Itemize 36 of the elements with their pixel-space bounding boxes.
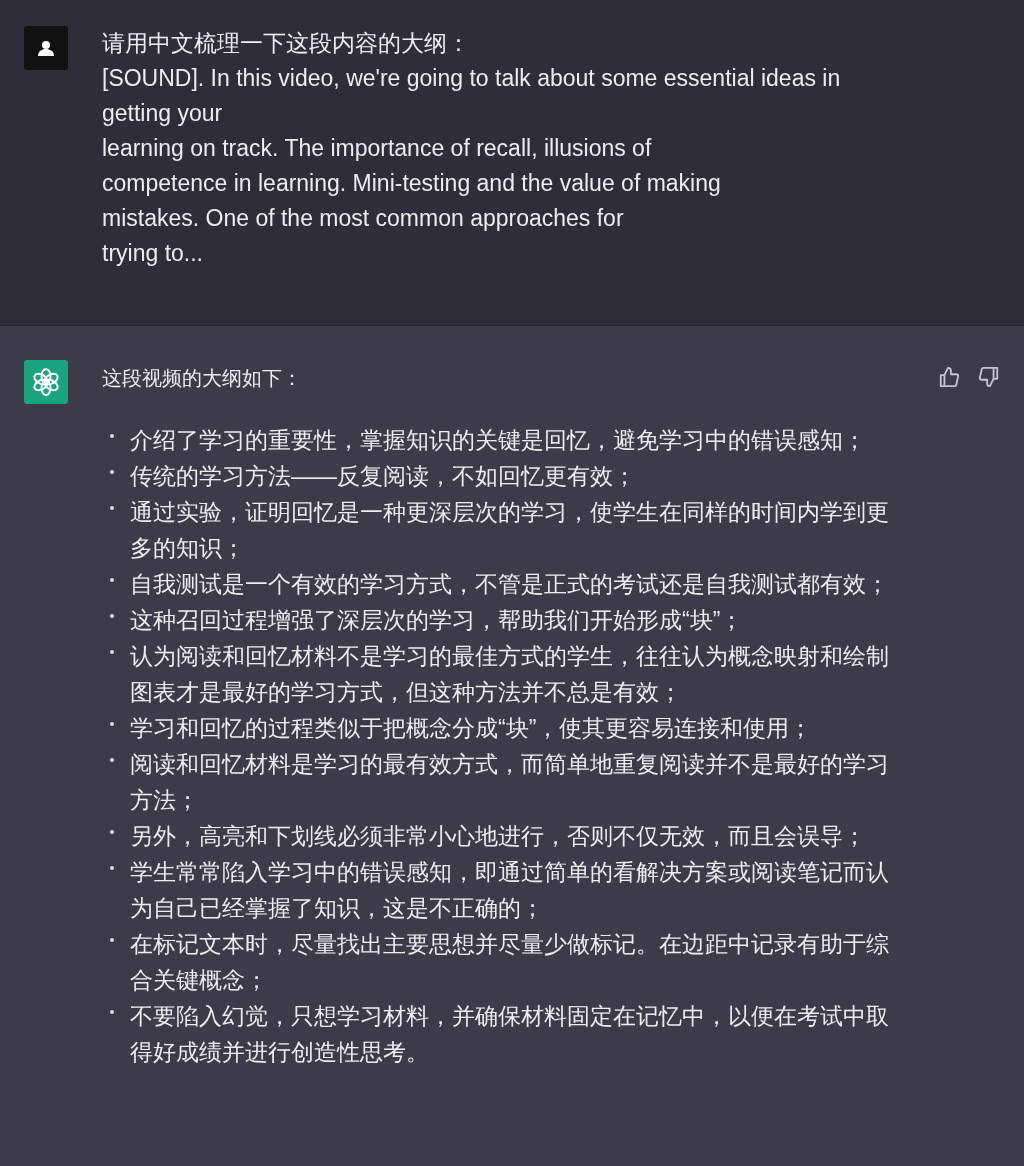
bullet-icon xyxy=(110,722,114,726)
list-item-text: 自我测试是一个有效的学习方式，不管是正式的考试还是自我测试都有效； xyxy=(130,570,890,599)
bullet-icon xyxy=(110,830,114,834)
message-text: 请用中文梳理一下这段内容的大纲： xyxy=(102,29,471,58)
message-text: mistakes. One of the most common approaches for xyxy=(102,204,625,233)
bullet-icon xyxy=(110,506,114,510)
thumbs-up-icon[interactable] xyxy=(938,366,960,388)
bullet-icon xyxy=(110,578,114,582)
bullet-icon xyxy=(110,650,114,654)
message-text: learning on track. The importance of recall, illusions of xyxy=(102,134,653,163)
list-item-text: 通过实验，证明回忆是一种更深层次的学习，使学生在同样的时间内学到更多的知识； xyxy=(130,498,890,563)
message-text: competence in learning. Mini-testing and the value of making xyxy=(102,169,722,198)
message-text: trying to... xyxy=(102,239,204,268)
bullet-icon xyxy=(110,938,114,942)
bullet-icon xyxy=(110,434,114,438)
list-item-text: 学生常常陷入学习中的错误感知，即通过简单的看解决方案或阅读笔记而认为自己已经掌握了知识，这是不正确的； xyxy=(130,858,890,923)
bullet-icon xyxy=(110,1010,114,1014)
list-item-text: 学习和回忆的过程类似于把概念分成“块”，使其更容易连接和使用； xyxy=(130,714,814,743)
list-item-text: 传统的学习方法——反复阅读，不如回忆更有效； xyxy=(130,462,637,491)
bullet-icon xyxy=(110,614,114,618)
list-item-text: 在标记文本时，尽量找出主要思想并尽量少做标记。在边距中记录有助于综合关键概念； xyxy=(130,930,890,995)
list-item-text: 认为阅读和回忆材料不是学习的最佳方式的学生，往往认为概念映射和绘制图表才是最好的学习方式，但这种方法并不总是有效； xyxy=(130,642,890,707)
bullet-icon xyxy=(110,866,114,870)
thumbs-down-icon[interactable] xyxy=(978,366,1000,388)
list-item-text: 另外，高亮和下划线必须非常小心地进行，否则不仅无效，而且会误导； xyxy=(130,822,867,851)
list-item-text: 阅读和回忆材料是学习的最有效方式，而简单地重复阅读并不是最好的学习方法； xyxy=(130,750,890,815)
list-item-text: 这种召回过程增强了深层次的学习，帮助我们开始形成“块”； xyxy=(130,606,745,635)
bullet-icon xyxy=(110,758,114,762)
user-avatar-icon xyxy=(24,26,68,70)
list-item-text: 介绍了学习的重要性，掌握知识的关键是回忆，避免学习中的错误感知； xyxy=(130,426,867,455)
list-item-text: 不要陷入幻觉，只想学习材料，并确保材料固定在记忆中，以便在考试中取得好成绩并进行创造性思考。 xyxy=(130,1002,890,1067)
message-text: getting your xyxy=(102,99,224,128)
message-text: 这段视频的大纲如下： xyxy=(102,366,302,391)
assistant-logo-icon xyxy=(24,360,68,404)
message-text: [SOUND]. In this video, we're going to talk about some essential ideas in xyxy=(102,64,842,93)
bullet-icon xyxy=(110,470,114,474)
